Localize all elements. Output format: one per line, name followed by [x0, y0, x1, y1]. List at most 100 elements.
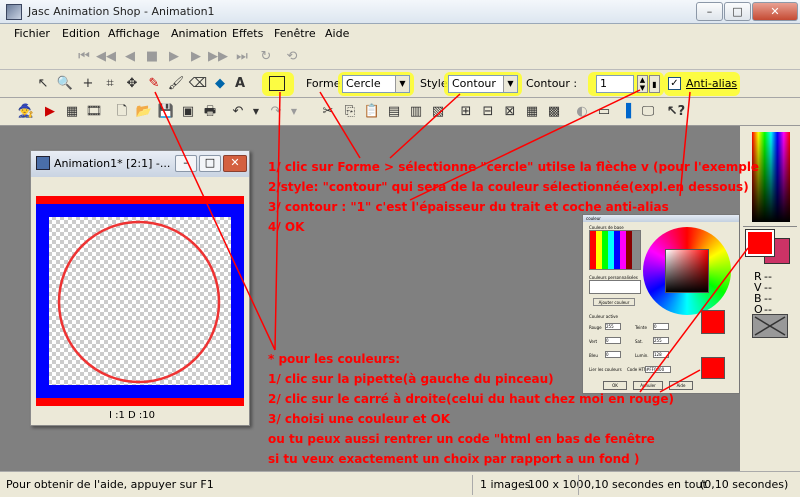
annotation-color-step5: si tu veux exactement un choix par rappo… [268, 452, 640, 466]
menu-aide[interactable]: Aide [325, 27, 349, 40]
paste-before-icon[interactable]: ▤ [384, 102, 404, 122]
html-code-input[interactable]: #FF0000 [645, 366, 671, 373]
view-animation-icon[interactable]: ▩ [544, 102, 564, 122]
wizard-icon[interactable]: 🧙 [16, 102, 36, 122]
fill-icon[interactable]: ◆ [210, 74, 230, 94]
paste-after-icon[interactable]: ▥ [406, 102, 426, 122]
green-input[interactable]: 0 [605, 337, 621, 344]
new-icon[interactable]: 🗋 [112, 102, 132, 122]
fast-forward-icon[interactable]: ▶▶ [208, 47, 228, 67]
cut-icon[interactable]: ✂ [318, 102, 338, 122]
frame-props-icon[interactable]: ▦ [522, 102, 542, 122]
close-button[interactable]: ✕ [752, 2, 798, 21]
paste-into-icon[interactable]: ▧ [428, 102, 448, 122]
eraser-icon[interactable]: ⌫ [188, 74, 208, 94]
save-as-icon[interactable]: ▣ [178, 102, 198, 122]
brush-icon[interactable]: 🖌 [166, 74, 186, 94]
banner-icon[interactable]: ▶ [40, 102, 60, 122]
add-color-label: Ajouter couleur [598, 300, 630, 305]
status-time: 0,10 secondes en tout [584, 478, 707, 491]
contour-spinner[interactable]: ▲ ▼ [637, 75, 648, 93]
insert-image-icon[interactable]: ⊟ [478, 102, 498, 122]
first-frame-icon[interactable]: ⏮ [74, 47, 94, 67]
reduce-colors-icon[interactable]: ▭ [594, 102, 614, 122]
help-pointer-icon[interactable]: ↖? [666, 102, 686, 122]
style-select[interactable]: Contour ▼ [448, 75, 518, 93]
frame-canvas[interactable] [36, 196, 244, 406]
minimize-button[interactable]: – [696, 2, 723, 21]
copy-icon[interactable]: ⎘ [340, 102, 360, 122]
saturation-square[interactable] [665, 249, 709, 293]
chevron-down-icon: ▼ [503, 76, 517, 92]
play-icon[interactable]: ▶ [164, 47, 184, 67]
doc-minimize-button[interactable]: – [175, 155, 197, 172]
dialog-help-button[interactable]: Aide [669, 381, 693, 390]
print-icon[interactable]: 🖶 [200, 102, 220, 122]
zoom-icon[interactable]: 🔍 [55, 74, 75, 94]
blue-input[interactable]: 0 [605, 351, 621, 358]
redo-icon[interactable]: ↷ [266, 102, 286, 122]
menu-effets[interactable]: Effets [232, 27, 263, 40]
doc-maximize-button[interactable]: □ [199, 155, 221, 172]
next-frame-icon[interactable]: ▶ [186, 47, 206, 67]
status-size: 100 x 100 [528, 478, 584, 491]
paste-icon[interactable]: 📋 [362, 102, 382, 122]
move-icon[interactable]: ✥ [122, 74, 142, 94]
dialog-ok-button[interactable]: OK [603, 381, 627, 390]
maximize-button[interactable]: □ [724, 2, 751, 21]
menu-fenetre[interactable]: Fenêtre [274, 27, 316, 40]
contour-input[interactable]: 1 [596, 75, 634, 93]
lum-input[interactable]: 128 [653, 351, 669, 358]
transparent-swatch[interactable] [752, 314, 788, 338]
prev-frame-icon[interactable]: ◀ [120, 47, 140, 67]
contour-slider-icon[interactable]: ▮ [649, 75, 660, 93]
text-tool-icon[interactable]: A [230, 74, 250, 94]
crop-icon[interactable]: ⌗ [100, 74, 120, 94]
menu-affichage[interactable]: Affichage [108, 27, 160, 40]
last-frame-icon[interactable]: ⏭ [232, 47, 252, 67]
color-bars-icon[interactable]: ▐ [616, 102, 636, 122]
menu-edition[interactable]: Edition [62, 27, 100, 40]
forme-select[interactable]: Cercle ▼ [342, 75, 410, 93]
redo-dropdown-icon[interactable]: ▼ [284, 102, 304, 122]
dialog-cancel-button[interactable]: Annuler [633, 381, 663, 390]
add-color-button[interactable]: Ajouter couleur [593, 298, 635, 306]
arrow-select-icon[interactable]: ↖ [33, 74, 53, 94]
annotation-step1: 1/ clic sur Forme > sélectionne "cercle"… [268, 160, 760, 174]
separator [743, 226, 797, 227]
loop-icon[interactable]: ↻ [256, 47, 276, 67]
annotation-step4: 4/ OK [268, 220, 305, 234]
optimize-icon[interactable]: ▦ [62, 102, 82, 122]
active-color-label: Couleur active [589, 314, 618, 319]
circle-shape [57, 220, 221, 384]
crosshair-icon[interactable]: + [78, 74, 98, 94]
filmstrip-icon[interactable]: 🎞 [84, 102, 104, 122]
delete-frames-icon[interactable]: ⊠ [500, 102, 520, 122]
blue-label: Bleu [589, 353, 598, 358]
eyedropper-icon[interactable]: ✎ [144, 74, 164, 94]
rewind-icon[interactable]: ◀◀ [96, 47, 116, 67]
undo-dropdown-icon[interactable]: ▼ [246, 102, 266, 122]
playback-toolbar: ⏮ ◀◀ ◀ ■ ▶ ▶ ▶▶ ⏭ ↻ ⟲ [0, 44, 800, 70]
shape-tool-icon[interactable] [269, 76, 285, 91]
red-input[interactable]: 255 [605, 323, 621, 330]
custom-colors-grid[interactable] [589, 280, 641, 294]
foreground-color-swatch[interactable] [745, 229, 775, 257]
basic-colors-grid[interactable] [589, 230, 641, 270]
undo-icon[interactable]: ↶ [228, 102, 248, 122]
hue-input[interactable]: 0 [653, 323, 669, 330]
palette-icon[interactable]: ◐ [572, 102, 592, 122]
color-picker-swatch[interactable] [752, 132, 790, 222]
annotation-color-step2: 2/ clic sur le carré à droite(celui du h… [268, 392, 674, 406]
antialias-checkbox[interactable]: ✓ [668, 77, 681, 90]
doc-close-button[interactable]: ✕ [223, 155, 247, 172]
menu-animation[interactable]: Animation [171, 27, 227, 40]
preview-icon[interactable]: 🖵 [638, 102, 658, 122]
stop-icon[interactable]: ■ [142, 47, 162, 67]
menu-fichier[interactable]: Fichier [14, 27, 50, 40]
sat-input[interactable]: 255 [653, 337, 669, 344]
open-icon[interactable]: 📂 [134, 102, 154, 122]
insert-frames-icon[interactable]: ⊞ [456, 102, 476, 122]
sync-icon[interactable]: ⟲ [282, 47, 302, 67]
save-icon[interactable]: 💾 [156, 102, 176, 122]
